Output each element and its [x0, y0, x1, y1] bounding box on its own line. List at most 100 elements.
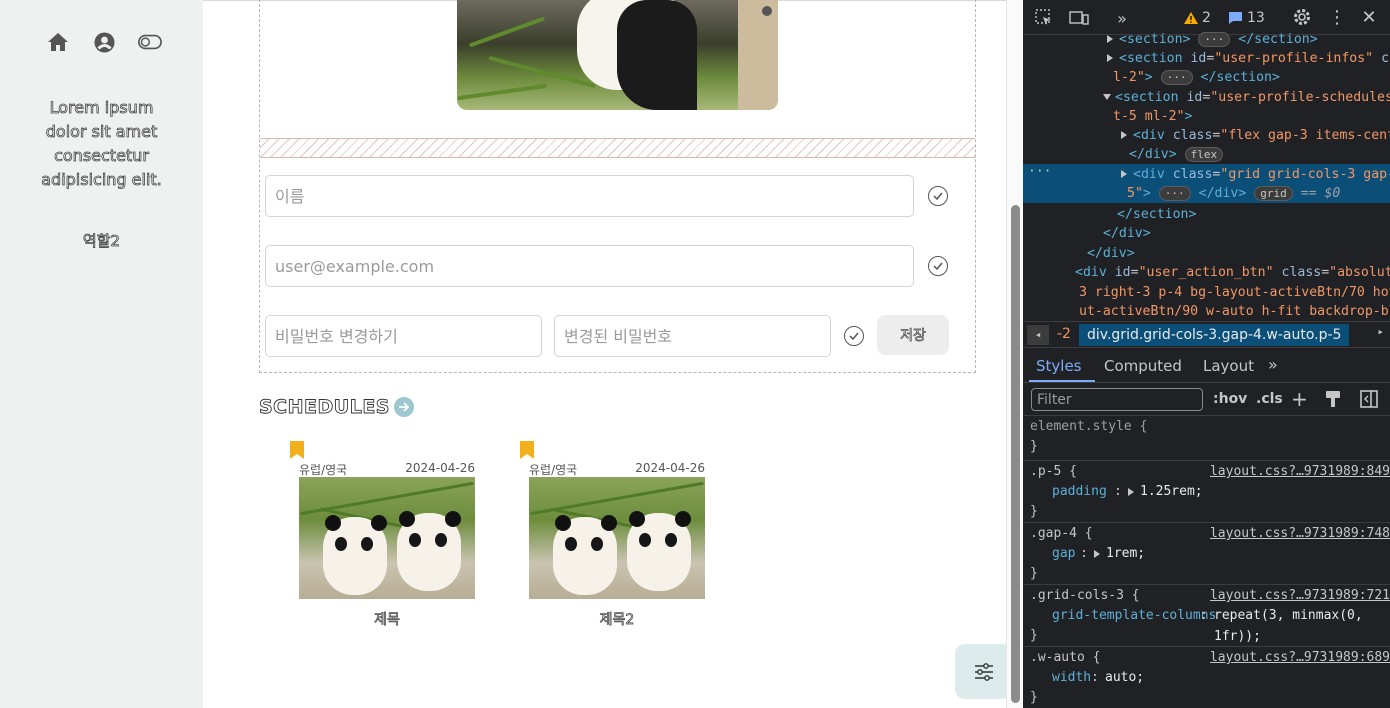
name-input[interactable] — [265, 175, 914, 217]
image-panda-eye — [409, 533, 421, 547]
breadcrumb-scroll-right-icon[interactable]: ▸ — [1377, 325, 1384, 338]
schedule-meta: 유럽/영국 2024-04-26 — [299, 461, 475, 478]
style-rule[interactable]: .grid-cols-3 { layout.css?…9731989:721 g… — [1023, 585, 1390, 647]
hov-button[interactable]: :hov — [1213, 391, 1247, 407]
user-action-button[interactable] — [955, 644, 1012, 699]
photo-post — [738, 0, 778, 110]
scrollbar-thumb[interactable] — [1011, 205, 1020, 703]
image-panda-ear — [445, 511, 461, 527]
expand-triangle-icon[interactable] — [1094, 549, 1100, 558]
rule-colon: : — [1114, 484, 1122, 499]
rule-selector: .w-auto { — [1030, 650, 1101, 665]
new-style-rule-icon[interactable]: + — [1291, 387, 1308, 411]
inspect-element-icon[interactable] — [1033, 8, 1055, 28]
rule-value[interactable]: auto; — [1105, 668, 1144, 689]
rule-source-link[interactable]: layout.css?…9731989:721 — [1210, 586, 1390, 607]
email-input[interactable] — [265, 245, 914, 287]
dom-line: 3 right-3 p-4 bg-layout-activeBtn/70 hov… — [1079, 285, 1390, 300]
rule-value-wrap[interactable]: 1.25rem; — [1128, 482, 1203, 503]
tab-styles[interactable]: Styles — [1036, 357, 1082, 375]
bookmark-icon[interactable] — [520, 441, 534, 459]
password-change-input[interactable] — [265, 315, 542, 357]
schedule-image — [529, 477, 705, 599]
sidebar-role: 역할2 — [82, 232, 121, 251]
dom-line[interactable]: <section> ··· </section> — [1107, 30, 1318, 49]
image-panda-eye — [335, 537, 347, 551]
close-icon[interactable]: ✕ — [1359, 7, 1379, 28]
dom-line: t-5 ml-2"> — [1113, 109, 1193, 124]
breadcrumb-prev[interactable]: -2 — [1057, 326, 1071, 342]
dom-breadcrumb: ◂ -2 div.grid.grid-cols-3.gap-4.w-auto.p… — [1023, 321, 1390, 348]
settings-gear-icon[interactable] — [1291, 6, 1313, 28]
photo-dot — [762, 6, 772, 16]
dom-line[interactable]: <div id="user_action_btn" class="absolut… — [1075, 263, 1390, 282]
more-panels-icon[interactable]: » — [1111, 8, 1133, 28]
messages-count: 13 — [1247, 10, 1265, 26]
cls-button[interactable]: .cls — [1256, 391, 1283, 407]
expand-triangle-icon[interactable] — [1128, 487, 1134, 496]
schedule-date: 2024-04-26 — [405, 461, 475, 475]
rule-selector: .p-5 { — [1030, 464, 1077, 479]
rule-property[interactable]: gap — [1052, 544, 1075, 565]
email-check-icon[interactable] — [928, 256, 948, 276]
dom-line[interactable]: <section id="user-profile-schedules" cla… — [1103, 88, 1390, 107]
styles-filter-input[interactable] — [1031, 388, 1203, 411]
warning-icon — [1184, 12, 1198, 24]
rule-value-wrap[interactable]: 1rem; — [1094, 544, 1145, 565]
message-icon — [1229, 12, 1242, 24]
rule-source-link[interactable]: layout.css?…9731989:689 — [1210, 648, 1390, 669]
rule-value[interactable]: repeat(3, minmax(0, 1fr)); — [1214, 606, 1390, 647]
toggle-sidebar-icon[interactable] — [1360, 390, 1378, 412]
style-rule[interactable]: .p-5 { layout.css?…9731989:849 padding :… — [1023, 461, 1390, 523]
rule-close-brace: } — [1030, 566, 1038, 581]
device-toolbar-icon[interactable] — [1068, 8, 1090, 28]
schedule-date: 2024-04-26 — [635, 461, 705, 475]
warnings-badge[interactable]: 2 — [1183, 8, 1211, 28]
style-rule-element[interactable]: element.style { } — [1023, 416, 1390, 461]
user-circle-icon[interactable] — [92, 30, 116, 54]
image-panda-eye — [361, 537, 373, 551]
toggle-icon[interactable] — [138, 30, 162, 54]
tab-computed[interactable]: Computed — [1104, 357, 1182, 375]
more-tabs-icon[interactable]: » — [1268, 355, 1278, 374]
tab-layout[interactable]: Layout — [1203, 357, 1254, 375]
sidebar: Lorem ipsum dolor sit amet consectetur a… — [0, 0, 203, 708]
image-panda-eye — [435, 533, 447, 547]
password-changed-input[interactable] — [554, 315, 831, 357]
rule-property[interactable]: width — [1052, 668, 1091, 689]
rule-property[interactable]: grid-template-columns — [1052, 606, 1216, 627]
schedules-title: SCHEDULES — [259, 396, 390, 419]
breadcrumb-current[interactable]: div.grid.grid-cols-3.gap-4.w-auto.p-5 — [1079, 324, 1350, 346]
schedule-region: 유럽/영국 — [299, 463, 348, 477]
hatch-divider — [260, 138, 975, 158]
rule-close-brace: } — [1030, 439, 1038, 454]
style-rule[interactable]: .gap-4 { layout.css?…9731989:748 gap : 1… — [1023, 523, 1390, 585]
save-button[interactable]: 저장 — [877, 315, 949, 355]
dom-line[interactable]: <div class="flex gap-3 items-center"> ··… — [1121, 126, 1390, 145]
dom-line[interactable]: <section id="user-profile-infos" class="… — [1107, 49, 1390, 68]
rule-close-brace: } — [1030, 690, 1038, 705]
messages-badge[interactable]: 13 — [1228, 8, 1265, 28]
schedules-arrow-icon[interactable] — [394, 397, 414, 417]
paint-brush-icon[interactable] — [1325, 390, 1341, 412]
breadcrumb-scroll-left-icon[interactable]: ◂ — [1027, 325, 1049, 345]
styles-filter-bar: :hov .cls + — [1023, 384, 1390, 416]
style-rule[interactable]: .w-auto { layout.css?…9731989:689 width … — [1023, 647, 1390, 708]
screen: Lorem ipsum dolor sit amet consectetur a… — [0, 0, 1390, 708]
sidebar-icons — [46, 30, 162, 54]
home-icon[interactable] — [46, 30, 70, 54]
image-panda-ear — [555, 515, 571, 531]
selected-dom-node[interactable]: ··· <div class="grid grid-cols-3 gap-4 w… — [1023, 164, 1390, 203]
bookmark-icon[interactable] — [290, 441, 304, 459]
kebab-menu-icon[interactable]: ⋮ — [1328, 7, 1346, 28]
rule-source-link[interactable]: layout.css?…9731989:849 — [1210, 462, 1390, 483]
rule-property[interactable]: padding — [1052, 482, 1107, 503]
image-panda-eye — [639, 533, 651, 547]
rule-source-link[interactable]: layout.css?…9731989:748 — [1210, 524, 1390, 545]
password-check-icon[interactable] — [844, 326, 864, 346]
node-actions-icon[interactable]: ··· — [1028, 164, 1051, 179]
page-scrollbar[interactable] — [1006, 0, 1023, 708]
rule-close-brace: } — [1030, 504, 1038, 519]
name-check-icon[interactable] — [928, 186, 948, 206]
schedule-region: 유럽/영국 — [529, 463, 578, 477]
